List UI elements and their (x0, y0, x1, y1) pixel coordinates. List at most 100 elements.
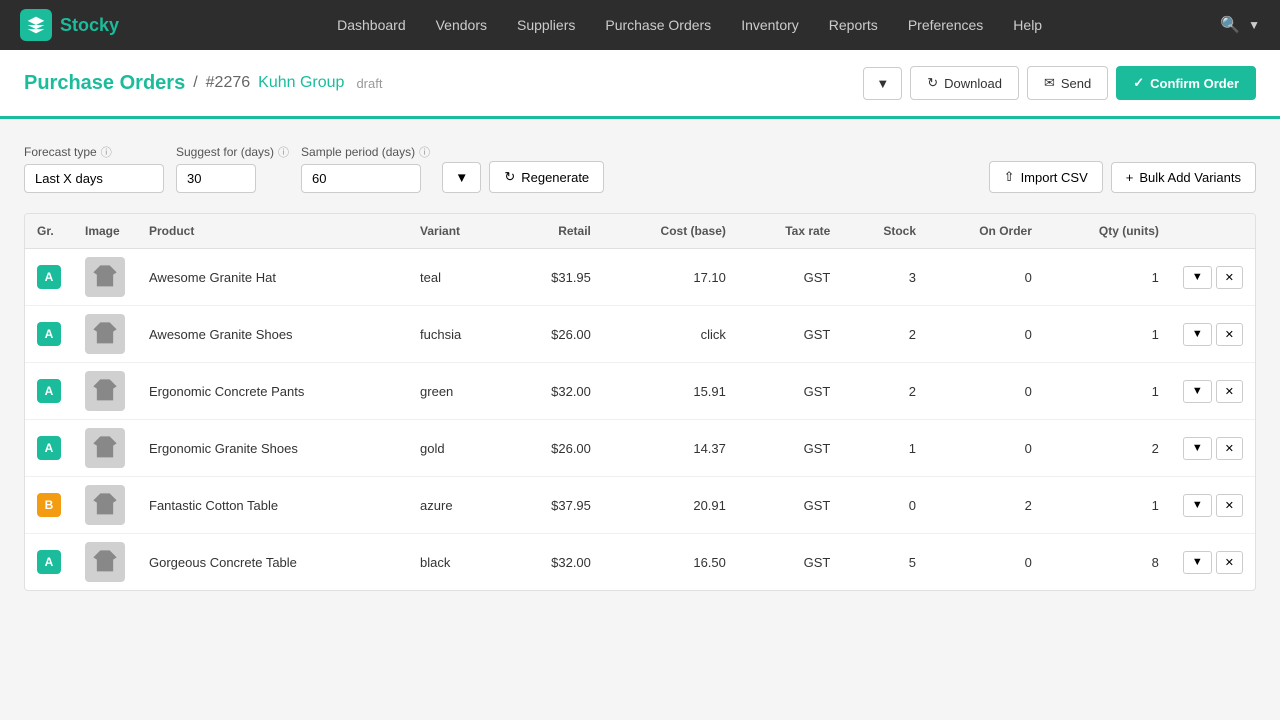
col-header-stock: Stock (842, 214, 928, 249)
bulk-add-variants-button[interactable]: + Bulk Add Variants (1111, 162, 1256, 193)
regenerate-button[interactable]: ↻ Regenerate (489, 161, 604, 193)
row-actions-cell: ▼ ✕ (1171, 306, 1255, 363)
product-image (85, 542, 125, 582)
table-row: A Ergonomic Concrete Pants green $32.00 … (25, 363, 1255, 420)
table-header-row: Gr. Image Product Variant Retail Cost (b… (25, 214, 1255, 249)
sample-period-input[interactable] (301, 164, 421, 193)
row-delete-button[interactable]: ✕ (1216, 437, 1243, 460)
main-content: Forecast type ⓘ Last X days Suggest for … (0, 119, 1280, 615)
filter-icon: ▼ (455, 170, 468, 185)
row-dropdown-button[interactable]: ▼ (1183, 266, 1212, 289)
stock-cell: 2 (842, 306, 928, 363)
row-delete-button[interactable]: ✕ (1216, 551, 1243, 574)
image-cell (73, 420, 137, 477)
breadcrumb: Purchase Orders / #2276 Kuhn Group draft (24, 72, 382, 95)
row-dropdown-button[interactable]: ▼ (1183, 323, 1212, 346)
product-name-cell: Gorgeous Concrete Table (137, 534, 408, 591)
stock-cell: 3 (842, 249, 928, 306)
col-header-tax: Tax rate (738, 214, 842, 249)
nav-item-vendors[interactable]: Vendors (424, 11, 499, 39)
variant-cell: azure (408, 477, 507, 534)
cost-cell: click (603, 306, 738, 363)
nav-item-purchase-orders[interactable]: Purchase Orders (593, 11, 723, 39)
on-order-cell: 0 (928, 363, 1044, 420)
product-image (85, 314, 125, 354)
product-image (85, 257, 125, 297)
nav-item-dashboard[interactable]: Dashboard (325, 11, 418, 39)
cost-cell: 15.91 (603, 363, 738, 420)
grade-cell: A (25, 363, 73, 420)
grade-cell: B (25, 477, 73, 534)
cost-cell: 20.91 (603, 477, 738, 534)
forecast-type-select[interactable]: Last X days (24, 164, 164, 193)
suggest-info-icon[interactable]: ⓘ (278, 144, 289, 160)
row-dropdown-button[interactable]: ▼ (1183, 380, 1212, 403)
table-body: A Awesome Granite Hat teal $31.95 17.10 … (25, 249, 1255, 591)
grade-cell: A (25, 249, 73, 306)
import-icon: ⇧ (1004, 169, 1015, 185)
stock-cell: 0 (842, 477, 928, 534)
nav-item-help[interactable]: Help (1001, 11, 1054, 39)
nav-item-inventory[interactable]: Inventory (729, 11, 811, 39)
nav-item-reports[interactable]: Reports (817, 11, 890, 39)
row-dropdown-button[interactable]: ▼ (1183, 437, 1212, 460)
nav-item-preferences[interactable]: Preferences (896, 11, 995, 39)
logo-text: Stocky (60, 15, 119, 36)
grade-cell: A (25, 534, 73, 591)
image-cell (73, 477, 137, 534)
download-button[interactable]: ↻ Download (910, 66, 1019, 100)
import-csv-button[interactable]: ⇧ Import CSV (989, 161, 1103, 193)
user-menu-chevron-icon[interactable]: ▼ (1248, 18, 1260, 32)
row-delete-button[interactable]: ✕ (1216, 494, 1243, 517)
more-actions-button[interactable]: ▼ (863, 67, 902, 100)
product-image (85, 428, 125, 468)
row-actions-cell: ▼ ✕ (1171, 477, 1255, 534)
bulk-add-icon: + (1126, 170, 1134, 185)
suggest-days-input[interactable] (176, 164, 256, 193)
filter-button[interactable]: ▼ (442, 162, 481, 193)
nav-item-suppliers[interactable]: Suppliers (505, 11, 587, 39)
retail-cell: $26.00 (507, 306, 603, 363)
row-dropdown-button[interactable]: ▼ (1183, 494, 1212, 517)
on-order-cell: 0 (928, 249, 1044, 306)
download-icon: ↻ (927, 75, 938, 91)
on-order-cell: 0 (928, 534, 1044, 591)
col-header-image: Image (73, 214, 137, 249)
qty-cell: 8 (1044, 534, 1171, 591)
vendor-link[interactable]: Kuhn Group (258, 74, 344, 92)
stock-cell: 5 (842, 534, 928, 591)
grade-badge: A (37, 379, 61, 403)
grade-badge: A (37, 550, 61, 574)
purchase-orders-link[interactable]: Purchase Orders (24, 72, 185, 95)
row-delete-button[interactable]: ✕ (1216, 323, 1243, 346)
row-delete-button[interactable]: ✕ (1216, 380, 1243, 403)
table-row: A Gorgeous Concrete Table black $32.00 1… (25, 534, 1255, 591)
image-cell (73, 363, 137, 420)
col-header-actions (1171, 214, 1255, 249)
variant-cell: teal (408, 249, 507, 306)
retail-cell: $32.00 (507, 363, 603, 420)
stock-cell: 1 (842, 420, 928, 477)
col-header-onorder: On Order (928, 214, 1044, 249)
product-name-cell: Fantastic Cotton Table (137, 477, 408, 534)
stock-cell: 2 (842, 363, 928, 420)
sample-info-icon[interactable]: ⓘ (419, 144, 430, 160)
image-cell (73, 534, 137, 591)
checkmark-icon: ✓ (1133, 75, 1144, 91)
retail-cell: $31.95 (507, 249, 603, 306)
row-delete-button[interactable]: ✕ (1216, 266, 1243, 289)
send-button[interactable]: ✉ Send (1027, 66, 1108, 100)
search-icon[interactable]: 🔍 (1220, 15, 1240, 35)
row-actions-cell: ▼ ✕ (1171, 420, 1255, 477)
table-row: B Fantastic Cotton Table azure $37.95 20… (25, 477, 1255, 534)
forecast-info-icon[interactable]: ⓘ (101, 144, 112, 160)
tax-cell: GST (738, 420, 842, 477)
grade-cell: A (25, 420, 73, 477)
table-row: A Awesome Granite Shoes fuchsia $26.00 c… (25, 306, 1255, 363)
suggest-days-label: Suggest for (days) ⓘ (176, 144, 289, 160)
retail-cell: $37.95 (507, 477, 603, 534)
confirm-order-button[interactable]: ✓ Confirm Order (1116, 66, 1256, 100)
logo[interactable]: Stocky (20, 9, 119, 41)
qty-cell: 1 (1044, 363, 1171, 420)
row-dropdown-button[interactable]: ▼ (1183, 551, 1212, 574)
